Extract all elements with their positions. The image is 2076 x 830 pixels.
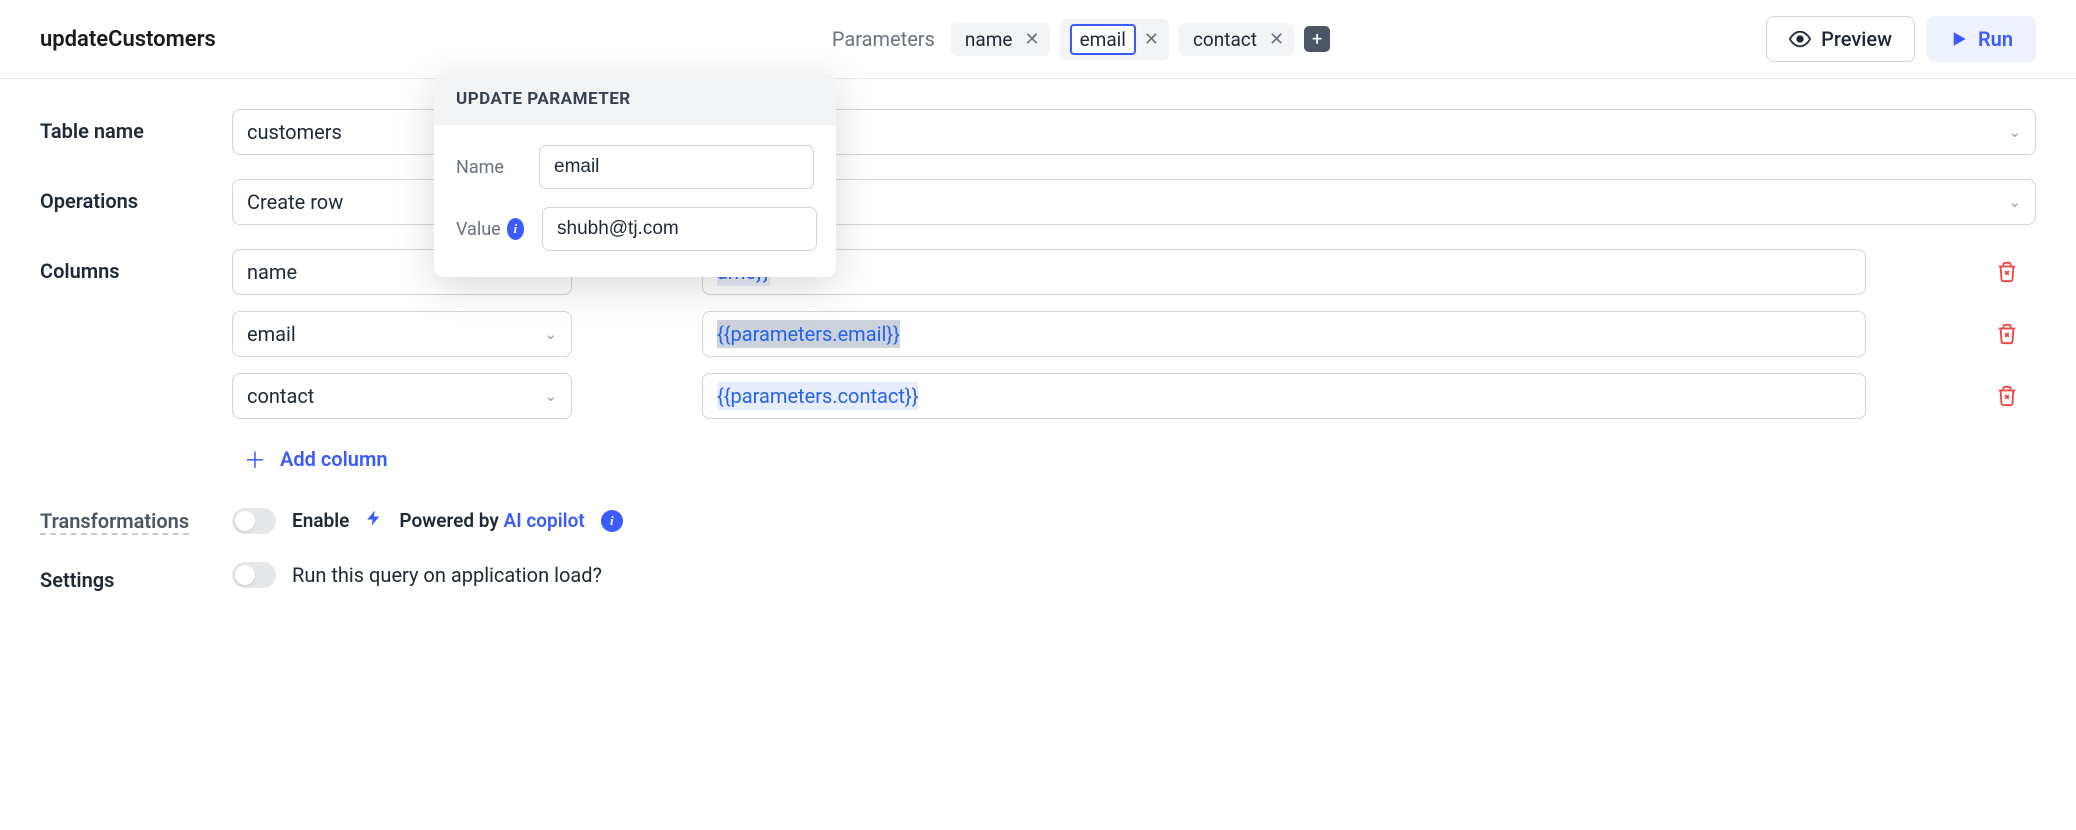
enable-label: Enable bbox=[292, 509, 349, 532]
play-icon bbox=[1950, 30, 1968, 48]
settings-controls: Run this query on application load? bbox=[232, 562, 602, 588]
settings-row: Settings Run this query on application l… bbox=[40, 558, 2036, 592]
chevron-down-icon: ⌄ bbox=[2008, 123, 2021, 141]
table-name-label: Table name bbox=[40, 109, 208, 143]
column-value-input[interactable]: {{parameters.email}} bbox=[702, 311, 1866, 357]
param-chip-name[interactable]: name ✕ bbox=[951, 23, 1050, 56]
bolt-icon bbox=[365, 507, 383, 534]
run-button[interactable]: Run bbox=[1927, 16, 2036, 62]
columns-label: Columns bbox=[40, 249, 208, 283]
column-value-input[interactable]: ame}} bbox=[702, 249, 1866, 295]
parameter-chips: name ✕ email ✕ contact ✕ + bbox=[951, 19, 1330, 60]
select-value: name bbox=[247, 260, 297, 284]
header-actions: Preview Run bbox=[1766, 16, 2036, 62]
popover-name-label: Name bbox=[456, 157, 521, 178]
column-row-1: email ⌄ {{parameters.email}} bbox=[232, 311, 2036, 357]
select-value: email bbox=[247, 322, 296, 346]
operations-row: Operations Create row ⌄ bbox=[40, 179, 2036, 225]
chevron-down-icon: ⌄ bbox=[544, 387, 557, 405]
settings-label: Settings bbox=[40, 558, 208, 592]
run-on-load-toggle[interactable] bbox=[232, 562, 276, 588]
popover-title: UPDATE PARAMETER bbox=[434, 73, 836, 125]
columns-list: name ame}} email ⌄ {{parameters.email}} bbox=[232, 249, 2036, 483]
content-area: UPDATE PARAMETER Name Value i Table name… bbox=[0, 79, 2076, 646]
column-name-select[interactable]: email ⌄ bbox=[232, 311, 572, 357]
settings-text: Run this query on application load? bbox=[292, 563, 602, 587]
transformations-controls: Enable Powered by AI copilot i bbox=[232, 507, 623, 534]
enable-transformations-toggle[interactable] bbox=[232, 508, 276, 534]
column-name-select[interactable]: contact ⌄ bbox=[232, 373, 572, 419]
delete-column-button[interactable] bbox=[1996, 261, 2036, 283]
table-name-row: Table name customers ⌄ bbox=[40, 109, 2036, 155]
popover-value-row: Value i bbox=[456, 207, 814, 251]
chevron-down-icon: ⌄ bbox=[544, 325, 557, 343]
chip-label: name bbox=[961, 28, 1017, 51]
add-parameter-button[interactable]: + bbox=[1304, 26, 1330, 52]
chip-label: email bbox=[1070, 24, 1136, 55]
close-icon[interactable]: ✕ bbox=[1269, 29, 1284, 50]
button-label: Preview bbox=[1821, 27, 1892, 51]
popover-value-label: Value i bbox=[456, 218, 524, 240]
popover-name-input[interactable] bbox=[539, 145, 814, 189]
column-row-2: contact ⌄ {{parameters.contact}} bbox=[232, 373, 2036, 419]
param-chip-contact[interactable]: contact ✕ bbox=[1179, 23, 1294, 56]
delete-column-button[interactable] bbox=[1996, 385, 2036, 407]
query-title: updateCustomers bbox=[40, 27, 216, 52]
header-bar: updateCustomers Parameters name ✕ email … bbox=[0, 0, 2076, 79]
chip-label: contact bbox=[1189, 28, 1261, 51]
parameters-label: Parameters bbox=[832, 27, 935, 51]
info-icon[interactable]: i bbox=[507, 218, 524, 240]
popover-value-input[interactable] bbox=[542, 207, 817, 251]
transformations-label: Transformations bbox=[40, 499, 189, 535]
select-value: Create row bbox=[247, 190, 343, 214]
columns-row: Columns name ame}} email ⌄ {{parameters.… bbox=[40, 249, 2036, 483]
powered-by-text: Powered by AI copilot bbox=[399, 509, 584, 532]
update-parameter-popover: UPDATE PARAMETER Name Value i bbox=[434, 73, 836, 277]
column-value-input[interactable]: {{parameters.contact}} bbox=[702, 373, 1866, 419]
button-label: Add column bbox=[280, 447, 388, 471]
preview-button[interactable]: Preview bbox=[1766, 16, 1915, 62]
delete-column-button[interactable] bbox=[1996, 323, 2036, 345]
select-value: customers bbox=[247, 120, 342, 144]
plus-icon: ＋ bbox=[244, 443, 266, 475]
info-icon[interactable]: i bbox=[601, 510, 623, 532]
popover-name-row: Name bbox=[456, 145, 814, 189]
add-column-button[interactable]: ＋ Add column bbox=[232, 435, 400, 483]
select-value: contact bbox=[247, 384, 314, 408]
transformations-row: Transformations Enable Powered by AI cop… bbox=[40, 507, 2036, 534]
button-label: Run bbox=[1978, 27, 2013, 51]
operations-label: Operations bbox=[40, 179, 208, 213]
ai-copilot-link[interactable]: AI copilot bbox=[504, 509, 585, 532]
header-center: Parameters name ✕ email ✕ contact ✕ + bbox=[412, 19, 1750, 60]
eye-icon bbox=[1789, 28, 1811, 50]
chevron-down-icon: ⌄ bbox=[2008, 193, 2021, 211]
param-chip-email[interactable]: email ✕ bbox=[1060, 19, 1169, 60]
close-icon[interactable]: ✕ bbox=[1144, 29, 1159, 50]
popover-body: Name Value i bbox=[434, 125, 836, 277]
close-icon[interactable]: ✕ bbox=[1024, 29, 1039, 50]
